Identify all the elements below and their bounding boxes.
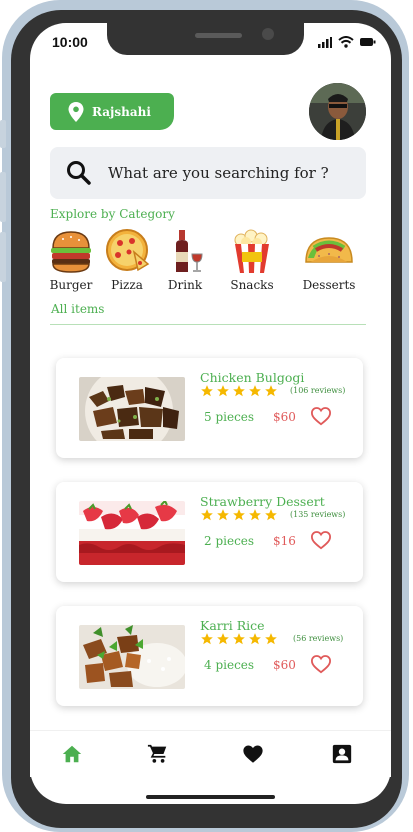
food-image (79, 625, 185, 689)
all-items-title: All items (51, 302, 105, 316)
food-name: Strawberry Dessert (200, 494, 325, 509)
rating-stars (200, 632, 278, 646)
search-icon (67, 161, 91, 185)
piece-count: 4 pieces (204, 658, 255, 672)
drink-icon (176, 230, 203, 272)
star-icon (249, 633, 261, 645)
cart-icon[interactable] (147, 743, 169, 765)
food-image (79, 501, 185, 565)
avatar-photo (309, 83, 366, 140)
battery-icon (360, 38, 376, 46)
star-icon (249, 509, 261, 521)
star-icon (217, 509, 229, 521)
location-button[interactable]: Rajshahi (50, 93, 174, 130)
star-icon (265, 633, 277, 645)
price: $16 (273, 534, 296, 548)
taco-icon (305, 237, 353, 263)
side-button (0, 172, 6, 222)
star-icon (233, 385, 245, 397)
heart-outline-icon[interactable] (310, 406, 332, 426)
status-time: 10:00 (52, 34, 88, 50)
category-drink[interactable]: Drink (161, 228, 209, 292)
location-label: Rajshahi (92, 104, 151, 119)
side-button (0, 120, 6, 148)
star-icon (217, 385, 229, 397)
star-icon (265, 385, 277, 397)
category-label: Snacks (230, 278, 274, 292)
avatar[interactable] (309, 83, 366, 140)
category-snacks[interactable]: Snacks (228, 228, 276, 292)
notch (107, 22, 304, 55)
camera (262, 28, 274, 40)
pizza-icon (106, 229, 150, 272)
piece-count: 5 pieces (204, 410, 255, 424)
food-card[interactable]: Chicken Bulgogi (106 reviews) 5 pieces $… (56, 358, 363, 458)
star-icon (201, 385, 213, 397)
category-desserts[interactable]: Desserts (300, 228, 358, 292)
piece-count: 2 pieces (204, 534, 255, 548)
food-name: Chicken Bulgogi (200, 370, 305, 385)
home-icon[interactable] (61, 743, 83, 765)
food-image (79, 377, 185, 441)
wifi-icon (338, 36, 354, 48)
search-input[interactable]: What are you searching for ? (108, 164, 329, 182)
review-count: (135 reviews) (290, 510, 346, 519)
profile-icon[interactable] (331, 743, 353, 765)
rating-stars (200, 508, 278, 522)
burger-icon (51, 231, 91, 273)
status-icons (318, 36, 376, 48)
star-icon (201, 509, 213, 521)
category-burger[interactable]: Burger (47, 228, 95, 292)
heart-outline-icon[interactable] (310, 654, 332, 674)
price: $60 (273, 658, 296, 672)
category-pizza[interactable]: Pizza (103, 228, 151, 292)
category-label: Drink (167, 278, 203, 292)
heart-outline-icon[interactable] (310, 530, 332, 550)
signal-icon (318, 36, 332, 48)
location-pin-icon (68, 101, 84, 122)
speaker (195, 33, 242, 38)
divider (50, 324, 366, 325)
category-label: Burger (49, 278, 93, 292)
star-icon (249, 385, 261, 397)
star-icon (217, 633, 229, 645)
category-label: Pizza (111, 278, 143, 292)
category-label: Desserts (302, 278, 356, 292)
star-icon (201, 633, 213, 645)
star-icon (265, 509, 277, 521)
price: $60 (273, 410, 296, 424)
food-card[interactable]: Strawberry Dessert (135 reviews) 2 piece… (56, 482, 363, 582)
star-icon (233, 633, 245, 645)
review-count: (56 reviews) (293, 634, 344, 643)
review-count: (106 reviews) (290, 386, 346, 395)
star-icon (233, 509, 245, 521)
heart-icon[interactable] (242, 743, 264, 765)
bottom-nav (30, 730, 391, 777)
food-card[interactable]: Karri Rice (56 reviews) 4 pieces $60 (56, 606, 363, 706)
home-indicator[interactable] (146, 795, 275, 799)
food-name: Karri Rice (200, 618, 265, 633)
popcorn-icon (234, 229, 269, 273)
side-button (0, 232, 6, 282)
rating-stars (200, 384, 278, 398)
search-bar[interactable]: What are you searching for ? (50, 147, 366, 199)
explore-title: Explore by Category (50, 207, 175, 221)
